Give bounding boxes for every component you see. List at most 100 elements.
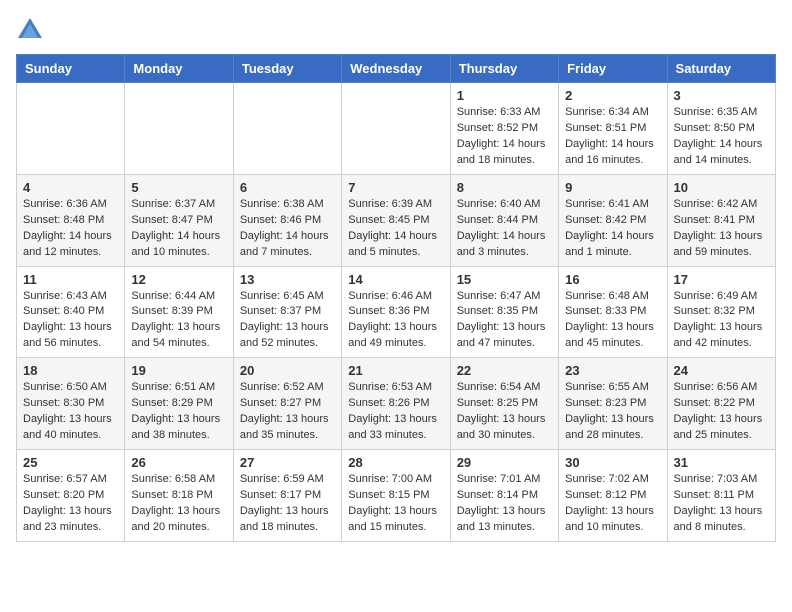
day-cell (342, 83, 450, 175)
day-cell: 28 Sunrise: 7:00 AMSunset: 8:15 PMDayligh… (342, 450, 450, 542)
day-number: 13 (240, 272, 335, 287)
logo (16, 16, 46, 44)
day-info: Sunrise: 7:01 AMSunset: 8:14 PMDaylight:… (457, 472, 552, 536)
day-cell: 16 Sunrise: 6:48 AMSunset: 8:33 PMDayligh… (559, 266, 667, 358)
day-number: 19 (131, 363, 226, 378)
day-cell: 5 Sunrise: 6:37 AMSunset: 8:47 PMDaylight… (125, 174, 233, 266)
day-number: 23 (565, 363, 660, 378)
day-info: Sunrise: 6:57 AMSunset: 8:20 PMDaylight:… (23, 472, 118, 536)
day-number: 6 (240, 180, 335, 195)
day-number: 10 (674, 180, 769, 195)
day-cell: 30Sunrise: 7:02 AMSunset: 8:12 PMDayligh… (559, 450, 667, 542)
day-number: 26 (131, 455, 226, 470)
day-cell: 23 Sunrise: 6:55 AMSunset: 8:23 PMDayligh… (559, 358, 667, 450)
page-header (16, 16, 776, 44)
day-info: Sunrise: 6:48 AMSunset: 8:33 PMDaylight:… (565, 289, 660, 353)
day-cell: 29Sunrise: 7:01 AMSunset: 8:14 PMDayligh… (450, 450, 558, 542)
day-info: Sunrise: 6:50 AMSunset: 8:30 PMDaylight:… (23, 380, 118, 444)
day-info: Sunrise: 6:45 AMSunset: 8:37 PMDaylight:… (240, 289, 335, 353)
header-row: SundayMondayTuesdayWednesdayThursdayFrid… (17, 55, 776, 83)
day-cell: 1 Sunrise: 6:33 AMSunset: 8:52 PMDaylight… (450, 83, 558, 175)
day-info: Sunrise: 6:46 AMSunset: 8:36 PMDaylight:… (348, 289, 443, 353)
day-info: Sunrise: 6:54 AMSunset: 8:25 PMDaylight:… (457, 380, 552, 444)
day-cell (233, 83, 341, 175)
day-info: Sunrise: 6:39 AMSunset: 8:45 PMDaylight:… (348, 197, 443, 261)
day-number: 28 (348, 455, 443, 470)
day-info: Sunrise: 6:58 AMSunset: 8:18 PMDaylight:… (131, 472, 226, 536)
day-info: Sunrise: 6:35 AMSunset: 8:50 PMDaylight:… (674, 105, 769, 169)
header-day-friday: Friday (559, 55, 667, 83)
calendar: SundayMondayTuesdayWednesdayThursdayFrid… (16, 54, 776, 542)
day-number: 5 (131, 180, 226, 195)
day-cell: 18 Sunrise: 6:50 AMSunset: 8:30 PMDayligh… (17, 358, 125, 450)
day-number: 8 (457, 180, 552, 195)
day-cell: 25 Sunrise: 6:57 AMSunset: 8:20 PMDayligh… (17, 450, 125, 542)
day-info: Sunrise: 6:51 AMSunset: 8:29 PMDaylight:… (131, 380, 226, 444)
day-number: 9 (565, 180, 660, 195)
day-info: Sunrise: 6:44 AMSunset: 8:39 PMDaylight:… (131, 289, 226, 353)
header-day-thursday: Thursday (450, 55, 558, 83)
day-cell: 7Sunrise: 6:39 AMSunset: 8:45 PMDaylight… (342, 174, 450, 266)
day-number: 11 (23, 272, 118, 287)
day-info: Sunrise: 6:59 AMSunset: 8:17 PMDaylight:… (240, 472, 335, 536)
day-cell: 31 Sunrise: 7:03 AMSunset: 8:11 PMDayligh… (667, 450, 775, 542)
day-number: 12 (131, 272, 226, 287)
week-row-1: 1 Sunrise: 6:33 AMSunset: 8:52 PMDaylight… (17, 83, 776, 175)
day-info: Sunrise: 6:52 AMSunset: 8:27 PMDaylight:… (240, 380, 335, 444)
week-row-3: 11Sunrise: 6:43 AMSunset: 8:40 PMDayligh… (17, 266, 776, 358)
day-number: 22 (457, 363, 552, 378)
day-info: Sunrise: 6:40 AMSunset: 8:44 PMDaylight:… (457, 197, 552, 261)
day-info: Sunrise: 6:55 AMSunset: 8:23 PMDaylight:… (565, 380, 660, 444)
day-info: Sunrise: 6:36 AMSunset: 8:48 PMDaylight:… (23, 197, 118, 261)
header-day-saturday: Saturday (667, 55, 775, 83)
week-row-4: 18 Sunrise: 6:50 AMSunset: 8:30 PMDayligh… (17, 358, 776, 450)
day-cell: 2Sunrise: 6:34 AMSunset: 8:51 PMDaylight… (559, 83, 667, 175)
day-info: Sunrise: 6:34 AMSunset: 8:51 PMDaylight:… (565, 105, 660, 169)
day-number: 1 (457, 88, 552, 103)
day-number: 4 (23, 180, 118, 195)
calendar-header: SundayMondayTuesdayWednesdayThursdayFrid… (17, 55, 776, 83)
day-cell: 11Sunrise: 6:43 AMSunset: 8:40 PMDayligh… (17, 266, 125, 358)
day-info: Sunrise: 6:42 AMSunset: 8:41 PMDaylight:… (674, 197, 769, 261)
day-number: 31 (674, 455, 769, 470)
day-cell (125, 83, 233, 175)
day-cell: 13 Sunrise: 6:45 AMSunset: 8:37 PMDayligh… (233, 266, 341, 358)
week-row-2: 4 Sunrise: 6:36 AMSunset: 8:48 PMDaylight… (17, 174, 776, 266)
day-cell: 4 Sunrise: 6:36 AMSunset: 8:48 PMDaylight… (17, 174, 125, 266)
day-cell: 12 Sunrise: 6:44 AMSunset: 8:39 PMDayligh… (125, 266, 233, 358)
day-number: 24 (674, 363, 769, 378)
day-number: 18 (23, 363, 118, 378)
day-cell: 6 Sunrise: 6:38 AMSunset: 8:46 PMDaylight… (233, 174, 341, 266)
day-cell: 27 Sunrise: 6:59 AMSunset: 8:17 PMDayligh… (233, 450, 341, 542)
day-info: Sunrise: 6:53 AMSunset: 8:26 PMDaylight:… (348, 380, 443, 444)
day-info: Sunrise: 6:37 AMSunset: 8:47 PMDaylight:… (131, 197, 226, 261)
day-number: 16 (565, 272, 660, 287)
day-info: Sunrise: 7:00 AMSunset: 8:15 PMDaylight:… (348, 472, 443, 536)
day-info: Sunrise: 6:38 AMSunset: 8:46 PMDaylight:… (240, 197, 335, 261)
day-number: 25 (23, 455, 118, 470)
header-day-wednesday: Wednesday (342, 55, 450, 83)
day-info: Sunrise: 6:49 AMSunset: 8:32 PMDaylight:… (674, 289, 769, 353)
header-day-tuesday: Tuesday (233, 55, 341, 83)
day-number: 3 (674, 88, 769, 103)
day-cell: 21 Sunrise: 6:53 AMSunset: 8:26 PMDayligh… (342, 358, 450, 450)
day-number: 21 (348, 363, 443, 378)
day-number: 27 (240, 455, 335, 470)
calendar-body: 1 Sunrise: 6:33 AMSunset: 8:52 PMDaylight… (17, 83, 776, 542)
day-info: Sunrise: 6:33 AMSunset: 8:52 PMDaylight:… (457, 105, 552, 169)
day-cell: 22 Sunrise: 6:54 AMSunset: 8:25 PMDayligh… (450, 358, 558, 450)
day-info: Sunrise: 6:56 AMSunset: 8:22 PMDaylight:… (674, 380, 769, 444)
header-day-monday: Monday (125, 55, 233, 83)
day-info: Sunrise: 7:03 AMSunset: 8:11 PMDaylight:… (674, 472, 769, 536)
day-cell: 14 Sunrise: 6:46 AMSunset: 8:36 PMDayligh… (342, 266, 450, 358)
day-cell (17, 83, 125, 175)
week-row-5: 25 Sunrise: 6:57 AMSunset: 8:20 PMDayligh… (17, 450, 776, 542)
day-info: Sunrise: 6:41 AMSunset: 8:42 PMDaylight:… (565, 197, 660, 261)
day-cell: 3 Sunrise: 6:35 AMSunset: 8:50 PMDaylight… (667, 83, 775, 175)
day-number: 14 (348, 272, 443, 287)
logo-icon (16, 16, 44, 44)
day-cell: 10 Sunrise: 6:42 AMSunset: 8:41 PMDayligh… (667, 174, 775, 266)
day-cell: 8 Sunrise: 6:40 AMSunset: 8:44 PMDaylight… (450, 174, 558, 266)
day-info: Sunrise: 7:02 AMSunset: 8:12 PMDaylight:… (565, 472, 660, 536)
day-number: 15 (457, 272, 552, 287)
